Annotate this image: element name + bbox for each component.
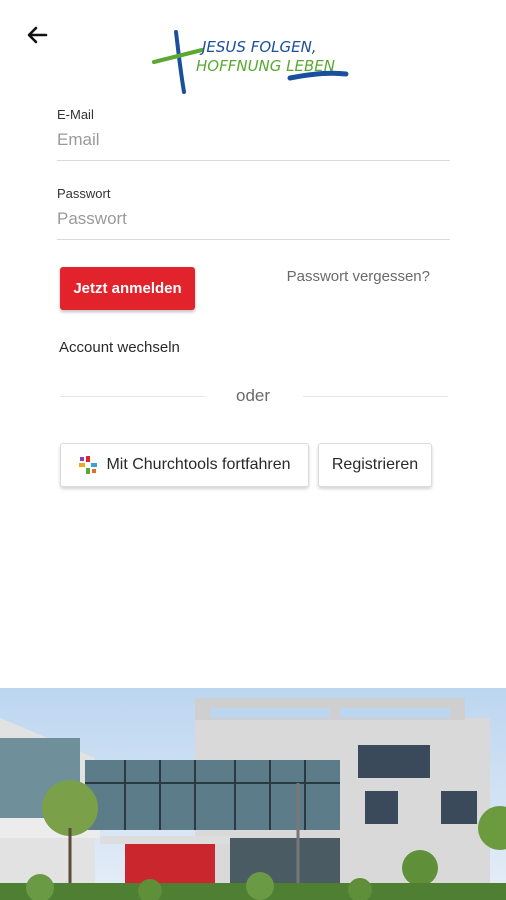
churchtools-login-button[interactable]: Mit Churchtools fortfahren: [60, 443, 309, 487]
password-input[interactable]: [57, 201, 450, 240]
password-label: Passwort: [57, 186, 111, 201]
email-label: E-Mail: [57, 107, 94, 122]
register-button[interactable]: Registrieren: [318, 443, 432, 487]
churchtools-label: Mit Churchtools fortfahren: [106, 456, 291, 473]
forgot-password-link[interactable]: Passwort vergessen?: [287, 268, 430, 285]
email-field-group: E-Mail: [57, 107, 450, 161]
churchtools-icon: [79, 456, 98, 474]
switch-account-link[interactable]: Account wechseln: [59, 339, 180, 356]
email-input[interactable]: [57, 122, 450, 161]
login-button[interactable]: Jetzt anmelden: [60, 267, 195, 310]
back-button[interactable]: [22, 20, 52, 50]
password-field-group: Passwort: [57, 186, 450, 240]
church-building-image: [0, 688, 506, 900]
app-logo: JESUS FOLGEN, HOFFNUNG LEBEN: [150, 28, 360, 98]
cross-logo-icon: [152, 30, 204, 94]
logo-line-1: JESUS FOLGEN,: [199, 38, 317, 56]
divider-line-right: [303, 396, 448, 397]
arrow-left-icon: [27, 26, 48, 44]
